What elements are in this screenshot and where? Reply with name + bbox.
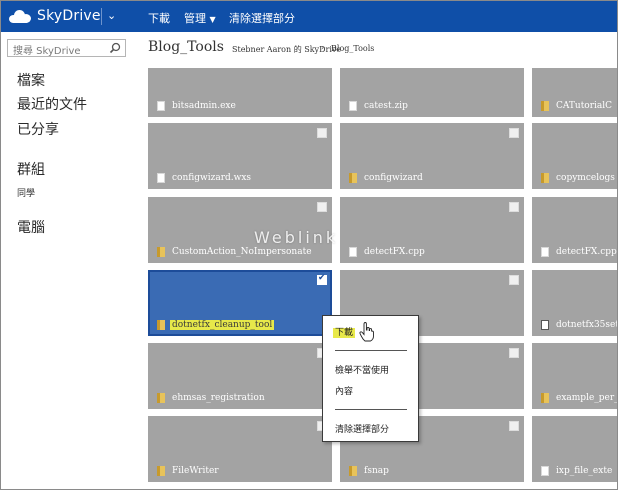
file-name: copymcelogs — [556, 173, 615, 183]
main-content: Blog_Tools Stebner Aaron 的 SkyDrive › Bl… — [134, 32, 617, 489]
context-report-abuse[interactable]: 檢舉不當使用 — [335, 363, 389, 376]
file-tile[interactable]: configwizard.wxs — [148, 123, 332, 189]
file-name: catest.zip — [364, 101, 408, 111]
image-icon — [541, 320, 549, 330]
select-checkbox[interactable] — [317, 128, 327, 138]
manage-label: 管理 — [184, 12, 206, 25]
folder-icon — [157, 320, 165, 330]
context-download[interactable]: 下載 — [333, 325, 356, 338]
file-tile[interactable]: configwizard — [340, 123, 524, 189]
cloud-icon — [9, 9, 31, 23]
file-tile[interactable]: CATutorialC — [532, 68, 617, 117]
file-icon — [157, 173, 165, 183]
checkmark-icon: ✔ — [318, 273, 326, 283]
folder-icon — [349, 466, 357, 476]
folder-icon — [541, 101, 549, 111]
file-name: dotnetfx_cleanup_tool — [170, 320, 275, 330]
select-checkbox[interactable]: ✔ — [317, 273, 327, 285]
file-name: bitsadmin.exe — [172, 101, 236, 111]
file-name: configwizard — [364, 173, 423, 183]
search-input[interactable]: 搜尋 SkyDrive — [13, 42, 81, 57]
folder-icon — [157, 247, 165, 257]
file-tile[interactable]: ixp_file_exte — [532, 416, 617, 482]
menu-divider — [335, 409, 407, 410]
sidebar-item-pcs[interactable]: 電腦 — [17, 217, 45, 237]
select-checkbox[interactable] — [509, 421, 519, 431]
sidebar: 搜尋 SkyDrive 檔案 最近的文件 已分享 群組 同學 電腦 — [1, 32, 134, 489]
sidebar-item-files[interactable]: 檔案 — [17, 70, 45, 90]
select-checkbox[interactable] — [317, 202, 327, 212]
file-name: CATutorialC — [556, 101, 613, 111]
file-name: FileWriter — [172, 466, 219, 476]
hand-cursor-icon — [359, 322, 374, 342]
sidebar-item-recent[interactable]: 最近的文件 — [17, 94, 87, 114]
file-icon — [541, 466, 549, 476]
sidebar-item-classmates[interactable]: 同學 — [17, 186, 35, 199]
skydrive-window: SkyDrive ⌄ 下載 管理 ▼ 清除選擇部分 搜尋 SkyDrive 檔案… — [0, 0, 618, 490]
file-name: example_per_ — [556, 393, 617, 403]
folder-icon — [157, 466, 165, 476]
file-tile[interactable]: detectFX.cpp — [340, 197, 524, 263]
search-box[interactable]: 搜尋 SkyDrive — [7, 39, 126, 57]
clear-selection-button[interactable]: 清除選擇部分 — [229, 10, 295, 26]
watermark: Weblink — [254, 228, 339, 247]
top-bar: SkyDrive ⌄ 下載 管理 ▼ 清除選擇部分 — [1, 1, 617, 32]
file-name: detectFX.cpp — [556, 247, 617, 257]
file-name: ehmsas_registration — [172, 393, 265, 403]
file-icon — [541, 247, 549, 257]
skydrive-logo[interactable]: SkyDrive — [9, 6, 101, 26]
file-icon — [349, 101, 357, 111]
file-tile[interactable]: example_per_ — [532, 343, 617, 409]
file-tile[interactable]: ehmsas_registration — [148, 343, 332, 409]
file-tile[interactable]: bitsadmin.exe — [148, 68, 332, 117]
file-tile[interactable]: catest.zip — [340, 68, 524, 117]
file-name: configwizard.wxs — [172, 173, 252, 183]
download-menu[interactable]: 下載 — [148, 10, 170, 26]
file-icon — [157, 101, 165, 111]
folder-icon — [541, 173, 549, 183]
menu-divider — [335, 350, 407, 351]
file-name: CustomAction_NoImpersonate — [172, 247, 312, 257]
file-icon — [349, 247, 357, 257]
chevron-down-icon[interactable]: ⌄ — [107, 9, 116, 22]
chevron-down-icon: ▼ — [209, 15, 216, 24]
file-tile[interactable]: ✔ dotnetfx_cleanup_tool — [148, 270, 332, 336]
sidebar-item-groups[interactable]: 群組 — [17, 159, 45, 179]
context-clear-selection[interactable]: 清除選擇部分 — [335, 422, 389, 435]
file-tile[interactable]: copymcelogs — [532, 123, 617, 189]
brand-name: SkyDrive — [37, 8, 101, 24]
folder-icon — [157, 393, 165, 403]
context-download-label: 下載 — [333, 328, 356, 338]
file-tile[interactable]: FileWriter — [148, 416, 332, 482]
file-tile[interactable]: detectFX.cpp — [532, 197, 617, 263]
file-name: detectFX.cpp — [364, 247, 425, 257]
select-checkbox[interactable] — [509, 202, 519, 212]
file-name: ixp_file_exte — [556, 466, 613, 476]
folder-icon — [541, 393, 549, 403]
search-icon[interactable] — [109, 42, 121, 54]
file-name: fsnap — [364, 466, 389, 476]
manage-menu[interactable]: 管理 ▼ — [184, 10, 216, 26]
file-tile[interactable]: dotnetfx35set — [532, 270, 617, 336]
brand-divider — [101, 8, 102, 25]
context-properties[interactable]: 內容 — [335, 384, 353, 397]
sidebar-item-shared[interactable]: 已分享 — [17, 119, 59, 139]
select-checkbox[interactable] — [509, 348, 519, 358]
select-checkbox[interactable] — [509, 128, 519, 138]
select-checkbox[interactable] — [509, 275, 519, 285]
folder-icon — [349, 173, 357, 183]
file-name: dotnetfx35set — [556, 320, 617, 330]
